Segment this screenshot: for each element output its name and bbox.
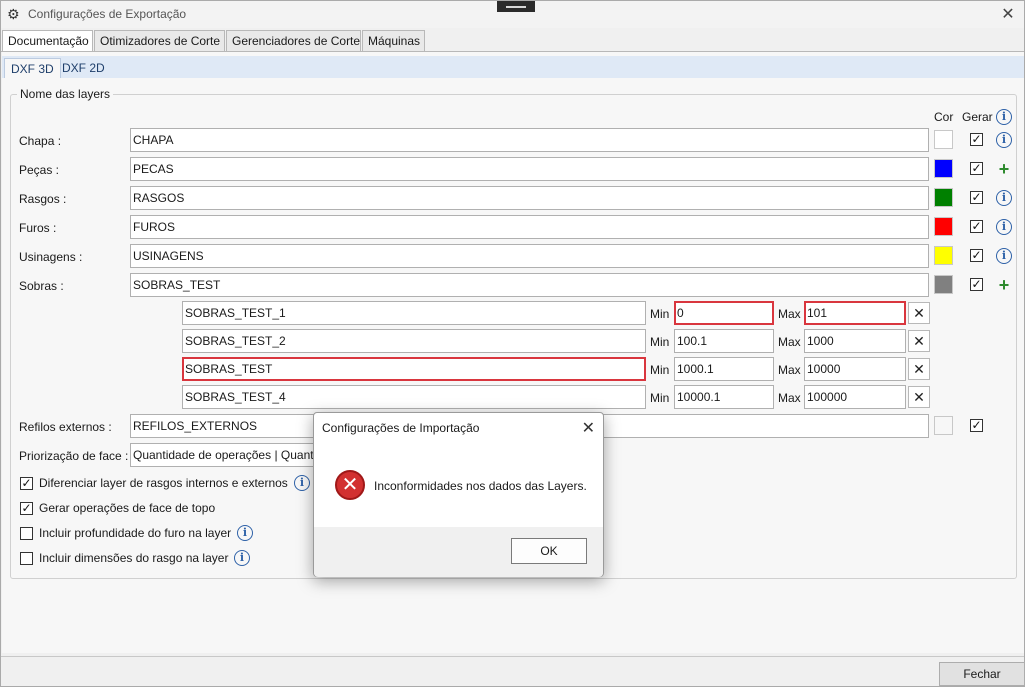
layer-color-swatch[interactable] bbox=[934, 275, 953, 294]
refilos-color-swatch[interactable] bbox=[934, 416, 953, 435]
option-checkbox[interactable] bbox=[20, 527, 33, 540]
ok-button[interactable]: OK bbox=[511, 538, 587, 564]
layer-gerar-checkbox[interactable]: ✓ bbox=[970, 133, 983, 146]
layer-color-swatch[interactable] bbox=[934, 159, 953, 178]
add-icon[interactable]: + bbox=[996, 160, 1012, 178]
tab-documentacao[interactable]: Documentação bbox=[2, 30, 93, 52]
remove-sobra-button[interactable]: ✕ bbox=[908, 358, 930, 380]
layer-name-input[interactable]: FUROS bbox=[130, 215, 929, 239]
dialog-footer: OK bbox=[314, 527, 603, 577]
info-icon[interactable]: i bbox=[294, 475, 310, 491]
option-checkbox[interactable]: ✓ bbox=[20, 502, 33, 515]
layer-gerar-checkbox[interactable]: ✓ bbox=[970, 162, 983, 175]
layer-color-swatch[interactable] bbox=[934, 188, 953, 207]
refilos-label: Refilos externos : bbox=[19, 420, 112, 434]
layer-label: Rasgos : bbox=[19, 192, 67, 206]
info-icon[interactable]: i bbox=[237, 525, 253, 541]
layer-label: Sobras : bbox=[19, 279, 64, 293]
layer-label: Furos : bbox=[19, 221, 57, 235]
min-label: Min bbox=[650, 335, 670, 349]
sobra-max-input[interactable]: 100000 bbox=[804, 385, 906, 409]
info-icon[interactable]: i bbox=[996, 219, 1012, 235]
info-icon[interactable]: i bbox=[996, 190, 1012, 206]
layer-gerar-checkbox[interactable]: ✓ bbox=[970, 278, 983, 291]
remove-sobra-button[interactable]: ✕ bbox=[908, 330, 930, 352]
max-label: Max bbox=[778, 307, 801, 321]
layer-name-input[interactable]: USINAGENS bbox=[130, 244, 929, 268]
window-title: Configurações de Exportação bbox=[28, 7, 187, 21]
sobra-name-input[interactable]: SOBRAS_TEST bbox=[182, 357, 646, 381]
layer-color-swatch[interactable] bbox=[934, 130, 953, 149]
min-label: Min bbox=[650, 391, 670, 405]
option-checkbox[interactable] bbox=[20, 552, 33, 565]
sobra-max-input[interactable]: 10000 bbox=[804, 357, 906, 381]
option-label: Incluir dimensões do rasgo na layer bbox=[39, 551, 229, 565]
priorizacao-select[interactable]: Quantidade de operações | Quantidade bbox=[130, 443, 320, 467]
col-header-gerar: Gerar bbox=[962, 110, 993, 124]
sub-tabs: DXF 3D DXF 2D bbox=[2, 56, 1024, 78]
close-icon[interactable]: ✕ bbox=[582, 418, 595, 438]
tab-maquinas[interactable]: Máquinas bbox=[362, 30, 425, 51]
tab-dxf-2d[interactable]: DXF 2D bbox=[56, 58, 111, 78]
error-dialog: Configurações de Importação ✕ ✕ Inconfor… bbox=[313, 412, 604, 577]
layer-color-swatch[interactable] bbox=[934, 246, 953, 265]
layer-gerar-checkbox[interactable]: ✓ bbox=[970, 191, 983, 204]
gear-icon: ⚙ bbox=[7, 6, 20, 22]
group-title: Nome das layers bbox=[17, 87, 114, 101]
sobra-min-input[interactable]: 1000.1 bbox=[674, 357, 774, 381]
close-icon[interactable]: ✕ bbox=[1000, 4, 1016, 24]
sobra-min-input[interactable]: 10000.1 bbox=[674, 385, 774, 409]
remove-sobra-button[interactable]: ✕ bbox=[908, 386, 930, 408]
layer-label: Usinagens : bbox=[19, 250, 83, 264]
max-label: Max bbox=[778, 391, 801, 405]
dialog-title: Configurações de Importação bbox=[322, 421, 480, 435]
max-label: Max bbox=[778, 363, 801, 377]
info-icon[interactable]: i bbox=[234, 550, 250, 566]
col-header-cor: Cor bbox=[934, 110, 954, 124]
layer-label: Peças : bbox=[19, 163, 60, 177]
layer-gerar-checkbox[interactable]: ✓ bbox=[970, 249, 983, 262]
sobra-max-input[interactable]: 1000 bbox=[804, 329, 906, 353]
export-settings-window: ⚙ Configurações de Exportação ✕ Document… bbox=[0, 0, 1025, 687]
dialog-message: Inconformidades nos dados das Layers. bbox=[374, 479, 587, 493]
layer-gerar-checkbox[interactable]: ✓ bbox=[970, 220, 983, 233]
sobra-min-input[interactable]: 100.1 bbox=[674, 329, 774, 353]
sobra-name-input[interactable]: SOBRAS_TEST_4 bbox=[182, 385, 646, 409]
option-label: Diferenciar layer de rasgos internos e e… bbox=[39, 476, 288, 490]
min-label: Min bbox=[650, 363, 670, 377]
sobra-name-input[interactable]: SOBRAS_TEST_1 bbox=[182, 301, 646, 325]
layer-label: Chapa : bbox=[19, 134, 62, 148]
sobra-name-input[interactable]: SOBRAS_TEST_2 bbox=[182, 329, 646, 353]
error-icon: ✕ bbox=[335, 470, 365, 500]
info-icon[interactable]: i bbox=[996, 132, 1012, 148]
layer-color-swatch[interactable] bbox=[934, 217, 953, 236]
layer-name-input[interactable]: CHAPA bbox=[130, 128, 929, 152]
sobra-min-input[interactable]: 0 bbox=[674, 301, 774, 325]
close-button[interactable]: Fechar bbox=[939, 662, 1025, 686]
remove-sobra-button[interactable]: ✕ bbox=[908, 302, 930, 324]
priorizacao-label: Priorização de face : bbox=[19, 449, 129, 463]
tab-otimizadores[interactable]: Otimizadores de Corte bbox=[94, 30, 225, 51]
info-icon[interactable]: i bbox=[996, 248, 1012, 264]
layer-name-input[interactable]: PECAS bbox=[130, 157, 929, 181]
refilos-gerar-checkbox[interactable]: ✓ bbox=[970, 419, 983, 432]
sobra-max-input[interactable]: 101 bbox=[804, 301, 906, 325]
drag-handle[interactable] bbox=[497, 1, 535, 12]
min-label: Min bbox=[650, 307, 670, 321]
max-label: Max bbox=[778, 335, 801, 349]
option-checkbox[interactable]: ✓ bbox=[20, 477, 33, 490]
tab-gerenciadores[interactable]: Gerenciadores de Corte bbox=[226, 30, 361, 51]
tab-dxf-3d[interactable]: DXF 3D bbox=[4, 58, 61, 78]
option-label: Incluir profundidade do furo na layer bbox=[39, 526, 232, 540]
layer-name-input[interactable]: RASGOS bbox=[130, 186, 929, 210]
option-label: Gerar operações de face de topo bbox=[39, 501, 216, 515]
add-icon[interactable]: + bbox=[996, 276, 1012, 294]
info-icon[interactable]: i bbox=[996, 109, 1012, 125]
layer-name-input[interactable]: SOBRAS_TEST bbox=[130, 273, 929, 297]
footer-divider bbox=[1, 656, 1024, 657]
